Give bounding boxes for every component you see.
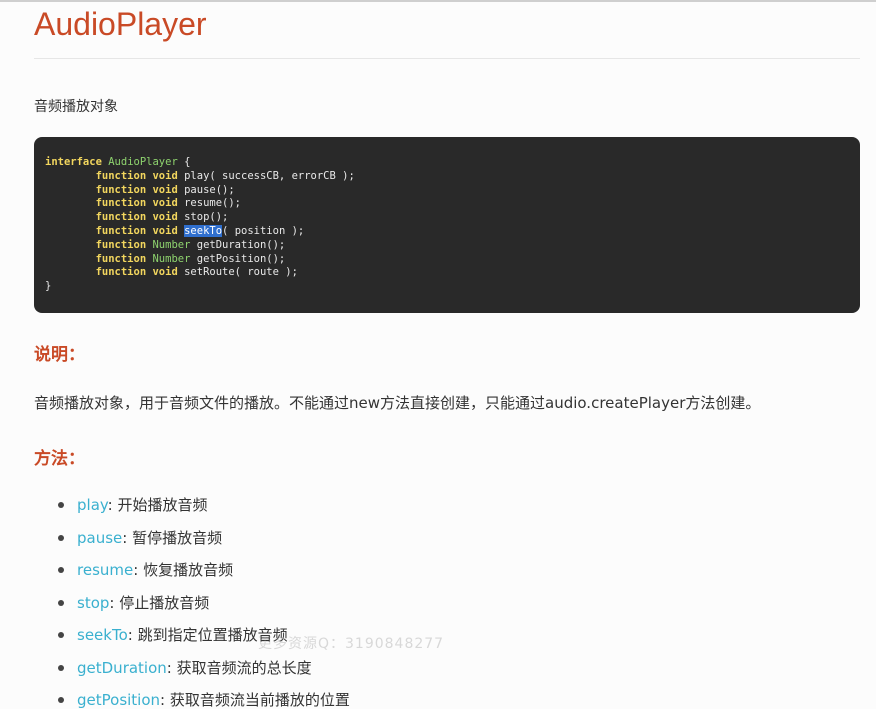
code-keyword: void (152, 224, 178, 237)
code-type: AudioPlayer (108, 156, 178, 168)
bullet-icon (58, 502, 64, 508)
method-link-stop[interactable]: stop (77, 594, 109, 612)
code-type: Number (152, 252, 191, 265)
code-keyword: void (152, 169, 178, 182)
code-text: stop(); (177, 211, 229, 224)
method-link-seekto[interactable]: seekTo (77, 626, 128, 644)
code-keyword: void (152, 266, 178, 279)
code-line: function void seekTo( position ); (45, 224, 860, 239)
method-description: 开始播放音频 (117, 496, 208, 514)
code-line: function void resume(); (45, 197, 860, 211)
code-text: ( position ); (222, 224, 305, 237)
code-line: interface AudioPlayer { (45, 156, 860, 170)
code-keyword: void (152, 211, 178, 224)
bullet-icon (58, 599, 64, 606)
watermark: 更多资源Q：3190848277 (258, 636, 445, 652)
method-item-getduration: getDuration: 获取音频流的总长度 (58, 657, 350, 690)
code-block[interactable]: interface AudioPlayer { function void pl… (34, 137, 860, 313)
method-link-resume[interactable]: resume (77, 561, 133, 579)
code-keyword: interface (45, 156, 102, 168)
method-description: 暂停播放音频 (132, 528, 223, 547)
code-text: { (177, 156, 191, 168)
method-list: play: 开始播放音频 pause: 暂停播放音频 resume: 恢复播放音… (58, 494, 350, 709)
code-keyword: function (95, 183, 147, 196)
code-line: } (45, 280, 860, 294)
description-text: 音频播放对象，用于音频文件的播放。不能通过new方法直接创建，只能通过audio… (34, 394, 761, 412)
method-description: 停止播放音频 (119, 593, 210, 612)
code-text: pause(); (177, 183, 235, 196)
code-line: function void play( successCB, errorCB )… (45, 170, 860, 184)
code-keyword: function (95, 266, 147, 279)
code-keyword: function (95, 197, 147, 210)
description-heading: 说明： (34, 345, 85, 365)
method-separator: : (107, 496, 118, 514)
method-description: 获取音频流的总长度 (176, 658, 312, 677)
code-text: getPosition(); (190, 252, 286, 265)
method-item-pause: pause: 暂停播放音频 (58, 527, 350, 560)
bullet-icon (58, 697, 64, 703)
code-keyword: void (152, 197, 178, 210)
method-link-play[interactable]: play (77, 496, 108, 514)
method-separator: : (109, 593, 120, 612)
page-title: AudioPlayer (34, 6, 207, 42)
code-keyword: function (95, 169, 147, 182)
code-keyword: function (95, 238, 147, 251)
code-keyword: function (95, 224, 147, 237)
method-link-getposition[interactable]: getPosition (77, 691, 160, 709)
bullet-icon (58, 534, 64, 541)
method-link-pause[interactable]: pause (77, 529, 122, 547)
method-item-getposition: getPosition: 获取音频流当前播放的位置 (58, 689, 350, 709)
method-description: 获取音频流当前播放的位置 (169, 691, 350, 709)
methods-heading: 方法： (34, 449, 85, 469)
method-item-play: play: 开始播放音频 (58, 494, 350, 527)
method-separator: : (133, 561, 144, 579)
method-separator: : (160, 691, 170, 709)
method-item-resume: resume: 恢复播放音频 (58, 559, 350, 592)
method-separator: : (127, 626, 138, 644)
code-type: Number (152, 238, 191, 251)
code-line: function void setRoute( route ); (45, 266, 860, 280)
code-text: play( successCB, errorCB ); (177, 169, 355, 182)
code-line: function void stop(); (45, 211, 860, 225)
code-keyword: function (95, 211, 147, 224)
title-divider (34, 58, 860, 59)
bullet-icon (58, 632, 64, 638)
code-line: function Number getPosition(); (45, 253, 860, 267)
code-text: getDuration(); (190, 238, 286, 251)
intro-text: 音频播放对象 (34, 99, 118, 115)
method-description: 恢复播放音频 (143, 561, 234, 579)
method-link-getduration[interactable]: getDuration (77, 659, 167, 677)
code-text: setRoute( route ); (177, 266, 298, 279)
code-selection: seekTo (184, 224, 223, 237)
code-text: } (45, 280, 52, 293)
bullet-icon (58, 567, 64, 573)
method-item-stop: stop: 停止播放音频 (58, 592, 350, 625)
code-keyword: void (152, 183, 178, 196)
code-text: resume(); (177, 197, 241, 210)
method-separator: : (166, 658, 177, 677)
top-border (0, 0, 876, 2)
method-separator: : (122, 528, 133, 547)
code-line: function Number getDuration(); (45, 239, 860, 253)
bullet-icon (58, 664, 64, 671)
code-line: function void pause(); (45, 184, 860, 198)
code-keyword: function (95, 252, 147, 265)
